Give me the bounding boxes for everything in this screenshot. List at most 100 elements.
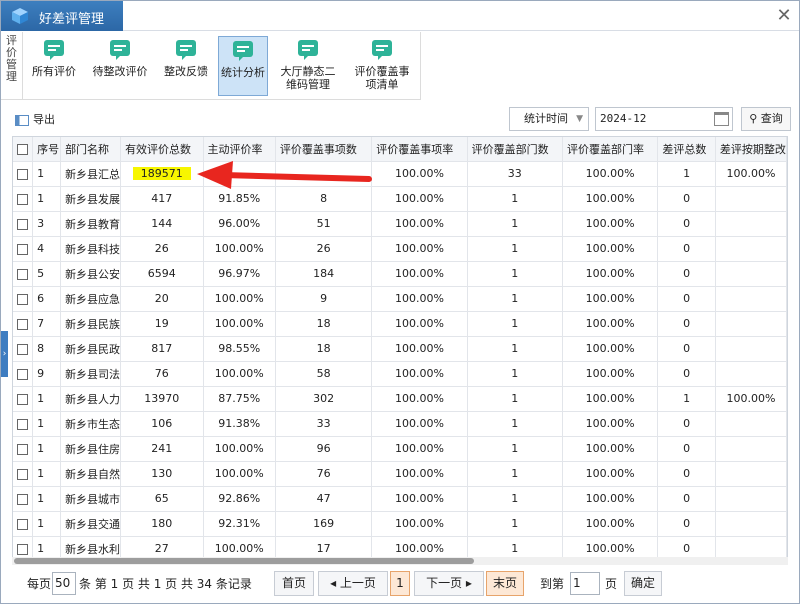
row-checkbox-cell[interactable]	[13, 386, 34, 412]
select-all-checkbox[interactable]	[17, 143, 29, 155]
row-checkbox-cell[interactable]	[13, 411, 34, 437]
row-checkbox[interactable]	[17, 343, 29, 355]
row-checkbox-cell[interactable]	[13, 286, 34, 312]
table-cell: 新乡县汇总	[60, 161, 122, 187]
table-cell: 100.00%	[371, 511, 468, 537]
table-row[interactable]: 1 新乡县人力 13970 87.75% 302 100.00% 1 100.00% 1 100.…	[13, 386, 787, 412]
column-header[interactable]: 评价覆盖事项率	[371, 137, 468, 162]
table-row[interactable]: 1 新乡县住房 241 100.00% 96 100.00% 1 100.00% 0	[13, 436, 787, 462]
column-header[interactable]: 主动评价率	[203, 137, 276, 162]
row-checkbox[interactable]	[17, 518, 29, 530]
row-checkbox[interactable]	[17, 543, 29, 555]
horizontal-scrollbar[interactable]	[12, 557, 788, 565]
table-cell: 8	[32, 336, 62, 362]
confirm-button[interactable]: 确定	[624, 571, 662, 596]
table-cell	[715, 311, 787, 337]
column-header[interactable]: 差评按期整改	[715, 137, 787, 162]
table-cell: 100.00%	[203, 436, 276, 462]
row-checkbox-cell[interactable]	[13, 486, 34, 512]
all-reviews-button[interactable]: 所有评价	[29, 36, 79, 96]
row-checkbox[interactable]	[17, 193, 29, 205]
per-page-label: 每页	[27, 577, 52, 591]
column-header[interactable]: 序号	[32, 137, 62, 162]
table-row[interactable]: 6 新乡县应急 20 100.00% 9 100.00% 1 100.00% 0	[13, 286, 787, 312]
table-row[interactable]: 3 新乡县教育 144 96.00% 51 100.00% 1 100.00% 0	[13, 211, 787, 237]
table-row[interactable]: 1 新乡市生态 106 91.38% 33 100.00% 1 100.00% 0	[13, 411, 787, 437]
goto-page-input[interactable]: 1	[570, 572, 600, 595]
month-date-input[interactable]: 2024-12	[595, 107, 733, 131]
table-row[interactable]: 8 新乡县民政 817 98.55% 18 100.00% 1 100.00% 0	[13, 336, 787, 362]
statistics-button[interactable]: 统计分析	[218, 36, 268, 96]
table-row[interactable]: 4 新乡县科技 26 100.00% 26 100.00% 1 100.00% 0	[13, 236, 787, 262]
table-cell: 92.31%	[203, 511, 276, 537]
table-row[interactable]: 7 新乡县民族 19 100.00% 18 100.00% 1 100.00% 0	[13, 311, 787, 337]
row-checkbox[interactable]	[17, 168, 29, 180]
last-page-button[interactable]: 末页	[486, 571, 524, 596]
table-cell: 4	[32, 236, 62, 262]
row-checkbox-cell[interactable]	[13, 186, 34, 212]
table-cell: 302	[275, 386, 373, 412]
column-header[interactable]: 评价覆盖部门率	[562, 137, 659, 162]
row-checkbox-cell[interactable]	[13, 361, 34, 387]
table-cell: 3	[32, 211, 62, 237]
close-icon[interactable]: ✕	[773, 5, 795, 27]
export-button[interactable]: 导出	[15, 111, 55, 127]
scrollbar-thumb[interactable]	[14, 558, 474, 564]
table-cell: 0	[657, 311, 716, 337]
coverage-list-button[interactable]: 评价覆盖事 项清单	[349, 36, 415, 96]
query-button[interactable]: ⚲ 查询	[741, 107, 791, 131]
table-cell	[715, 411, 787, 437]
column-header[interactable]: 评价覆盖事项数	[275, 137, 373, 162]
table-row[interactable]: 5 新乡县公安 6594 96.97% 184 100.00% 1 100.00% 0	[13, 261, 787, 287]
column-header[interactable]: 差评总数	[657, 137, 716, 162]
select-all-checkbox-cell[interactable]	[13, 137, 34, 162]
pagination-bar: 每页 50 条 第 1 页 共 1 页 共 34 条记录 首页 ◂ 上一页 1 …	[12, 569, 788, 599]
row-checkbox[interactable]	[17, 393, 29, 405]
prev-page-button[interactable]: ◂ 上一页	[318, 571, 388, 596]
table-row[interactable]: 1 新乡县发展 417 91.85% 8 100.00% 1 100.00% 0	[13, 186, 787, 212]
row-checkbox-cell[interactable]	[13, 311, 34, 337]
column-header[interactable]: 评价覆盖部门数	[467, 137, 563, 162]
row-checkbox[interactable]	[17, 468, 29, 480]
table-cell: 100.00%	[371, 236, 468, 262]
row-checkbox[interactable]	[17, 218, 29, 230]
row-checkbox[interactable]	[17, 493, 29, 505]
row-checkbox[interactable]	[17, 318, 29, 330]
row-checkbox-cell[interactable]	[13, 161, 34, 187]
current-page-button[interactable]: 1	[390, 571, 410, 596]
table-cell	[715, 361, 787, 387]
row-checkbox-cell[interactable]	[13, 261, 34, 287]
table-row[interactable]: 9 新乡县司法 76 100.00% 58 100.00% 1 100.00% 0	[13, 361, 787, 387]
side-expand-handle[interactable]: ›	[1, 331, 8, 377]
row-checkbox[interactable]	[17, 243, 29, 255]
row-checkbox-cell[interactable]	[13, 211, 34, 237]
row-checkbox-cell[interactable]	[13, 336, 34, 362]
first-page-button[interactable]: 首页	[274, 571, 314, 596]
table-row[interactable]: 1 新乡县城市 65 92.86% 47 100.00% 1 100.00% 0	[13, 486, 787, 512]
next-page-button[interactable]: 下一页 ▸	[414, 571, 484, 596]
row-checkbox-cell[interactable]	[13, 436, 34, 462]
row-checkbox-cell[interactable]	[13, 511, 34, 537]
table-cell: 47	[275, 486, 373, 512]
table-row[interactable]: 1 新乡县交通 180 92.31% 169 100.00% 1 100.00% 0	[13, 511, 787, 537]
row-checkbox[interactable]	[17, 293, 29, 305]
per-page-input[interactable]: 50	[52, 572, 76, 595]
table-row[interactable]: 1 新乡县汇总 189571 100.00% 33 100.00% 1 100.00%	[13, 161, 787, 187]
column-header[interactable]: 部门名称	[60, 137, 122, 162]
table-cell: 1	[467, 386, 563, 412]
pending-rectify-button[interactable]: 待整改评价	[87, 36, 153, 96]
table-cell: 130	[120, 461, 204, 487]
row-checkbox[interactable]	[17, 368, 29, 380]
row-checkbox[interactable]	[17, 418, 29, 430]
row-checkbox[interactable]	[17, 268, 29, 280]
row-checkbox-cell[interactable]	[13, 461, 34, 487]
table-row[interactable]: 1 新乡县自然 130 100.00% 76 100.00% 1 100.00% 0	[13, 461, 787, 487]
calendar-icon[interactable]	[714, 112, 729, 126]
rectify-feedback-button[interactable]: 整改反馈	[159, 36, 213, 96]
table-cell: 26	[275, 236, 373, 262]
row-checkbox[interactable]	[17, 443, 29, 455]
time-type-select[interactable]: 统计时间 ▼	[509, 107, 589, 131]
row-checkbox-cell[interactable]	[13, 236, 34, 262]
qr-code-manage-button[interactable]: 大厅静态二 维码管理	[275, 36, 341, 96]
column-header[interactable]: 有效评价总数	[120, 137, 204, 162]
